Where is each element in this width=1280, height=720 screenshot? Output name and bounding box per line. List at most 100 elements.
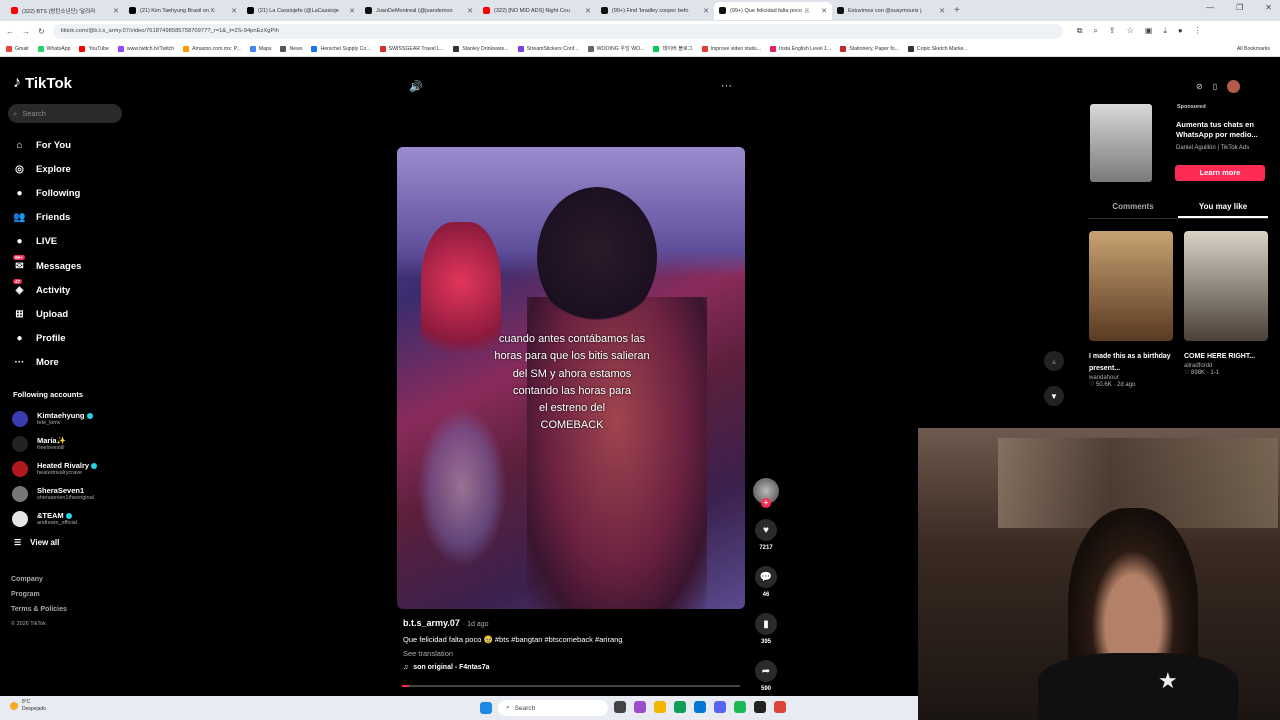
bookmark-item[interactable]: SWISSGEAR Travel L...: [379, 45, 444, 52]
bookmark-item[interactable]: YouTube: [79, 45, 109, 52]
recommended-card[interactable]: COME HERE RIGHT... aliradfordd ♡ 898K · …: [1184, 231, 1268, 376]
following-account[interactable]: María✨ freelovestill: [12, 431, 132, 456]
video-progress-bar[interactable]: [402, 685, 740, 687]
sound-link[interactable]: ♫ son original - F4ntas7a: [403, 664, 743, 671]
browser-tab[interactable]: (322) [NO MID ADS] Night Cou ✕: [478, 2, 596, 20]
browser-tab[interactable]: (322) BTS (방탄소년단) '달려라 ✕: [6, 2, 124, 20]
view-all-button[interactable]: ☰ View all: [14, 538, 59, 547]
all-bookmarks-link[interactable]: All Bookmarks: [1237, 46, 1270, 52]
tab-close-icon[interactable]: ✕: [231, 7, 237, 15]
following-account[interactable]: &TEAM andteam_official: [12, 506, 132, 531]
bookmark-item[interactable]: 데이버 블로그: [653, 45, 693, 52]
browser-tab[interactable]: JuanDeMontreal (@juandemon ✕: [360, 2, 478, 20]
tab-close-icon[interactable]: ✕: [113, 7, 119, 15]
search-input[interactable]: ⌕ Search: [8, 104, 122, 123]
app-icon[interactable]: [754, 701, 766, 713]
tab-close-icon[interactable]: ✕: [349, 7, 355, 15]
nav-item-messages[interactable]: ✉ Messages 99+: [12, 254, 112, 278]
minimize-icon[interactable]: —: [1206, 3, 1214, 12]
follow-plus-icon[interactable]: +: [761, 498, 771, 508]
recommended-card[interactable]: I made this as a birthday present... wan…: [1089, 231, 1173, 388]
browser-tab[interactable]: (99+) Que felicidad falta poco 🐰 ✕: [714, 1, 832, 20]
nav-item-friends[interactable]: 👥 Friends: [12, 206, 112, 230]
tiktok-logo[interactable]: ♪ TikTok: [13, 74, 72, 92]
bookmark-item[interactable]: Gmail: [6, 45, 29, 52]
previous-video-button[interactable]: ▲: [1044, 351, 1064, 371]
like-button[interactable]: ♥: [755, 519, 777, 541]
bookmark-item[interactable]: Stationery, Paper fo...: [840, 45, 899, 52]
nav-item-activity[interactable]: ◈ Activity 47: [12, 278, 112, 302]
tab-comments[interactable]: Comments: [1088, 198, 1178, 218]
tab-close-icon[interactable]: ✕: [467, 7, 473, 15]
comment-button[interactable]: 💬: [755, 566, 777, 588]
browser-tab[interactable]: (21) La Cassiojefe (@LaCassioje ✕: [242, 2, 360, 20]
url-field[interactable]: tiktok.com/@b.t.s_army.07/video/76187498…: [52, 23, 1063, 39]
nav-item-explore[interactable]: ◎ Explore: [12, 157, 112, 181]
downloads-icon[interactable]: ⤓: [1163, 26, 1167, 36]
nav-item-live[interactable]: ● LIVE: [12, 230, 112, 254]
bookmark-star-icon[interactable]: ☆: [1127, 26, 1134, 36]
spotify-icon[interactable]: [734, 701, 746, 713]
nav-item-upload[interactable]: ⊞ Upload: [12, 302, 112, 326]
reload-icon[interactable]: ↻: [38, 27, 45, 36]
zoom-icon[interactable]: ⌕: [1093, 26, 1097, 36]
store-icon[interactable]: [694, 701, 706, 713]
video-player[interactable]: cuando antes contábamos las horas para q…: [397, 147, 745, 609]
bookmark-item[interactable]: StreamStickers Conf...: [517, 45, 579, 52]
tab-close-icon[interactable]: ✕: [821, 7, 827, 15]
bookmark-item[interactable]: WhatsApp: [37, 45, 70, 52]
bookmark-item[interactable]: News: [280, 45, 302, 52]
volume-icon[interactable]: 🔊: [409, 80, 423, 93]
browser-tab[interactable]: (21) Kim Taehyung Brasil on X: ✕: [124, 2, 242, 20]
following-account[interactable]: Heated Rivalry heatedrivalrycrave: [12, 456, 132, 481]
footer-company[interactable]: Company: [11, 573, 67, 588]
ad-thumbnail[interactable]: [1090, 104, 1152, 182]
save-button[interactable]: ▮: [755, 613, 777, 635]
browser-tab[interactable]: Estuvimos con @susymouriz j ✕: [832, 2, 950, 20]
bookmark-item[interactable]: Copic Sketch Marke...: [908, 45, 968, 52]
share-icon[interactable]: ⇪: [1109, 26, 1116, 36]
tab-close-icon[interactable]: ✕: [585, 7, 591, 15]
bookmark-item[interactable]: WOOING 우잉 WO...: [587, 45, 644, 52]
next-video-button[interactable]: ▼: [1044, 386, 1064, 406]
file-explorer-icon[interactable]: [654, 701, 666, 713]
bookmark-item[interactable]: Maps: [249, 45, 271, 52]
bookmark-item[interactable]: Insta English Level 1...: [770, 45, 831, 52]
bookmark-item[interactable]: Stanley Drinkware...: [453, 45, 509, 52]
extension-icon[interactable]: ▣: [1145, 26, 1153, 36]
close-window-icon[interactable]: ✕: [1265, 3, 1272, 12]
tab-close-icon[interactable]: ✕: [703, 7, 709, 15]
bookmark-item[interactable]: Improve video statis...: [701, 45, 761, 52]
user-avatar[interactable]: [1227, 80, 1241, 93]
edge-icon[interactable]: [674, 701, 686, 713]
browser-menu-icon[interactable]: ⋮: [1194, 26, 1202, 36]
author-name[interactable]: b.t.s_army.07: [403, 618, 460, 628]
learn-more-button[interactable]: Learn more: [1175, 165, 1265, 181]
share-button[interactable]: ➦: [755, 660, 777, 682]
tab-close-icon[interactable]: ✕: [939, 7, 945, 15]
task-view-icon[interactable]: [614, 701, 626, 713]
coin-icon[interactable]: ⊘: [1196, 82, 1203, 91]
footer-terms[interactable]: Terms & Policies: [11, 603, 67, 618]
bookmark-item[interactable]: Herschel Supply Co...: [311, 45, 371, 52]
following-account[interactable]: SheraSeven1 sheraseven1theoriginal: [12, 481, 132, 506]
chrome-icon[interactable]: [774, 701, 786, 713]
author-avatar[interactable]: +: [753, 478, 779, 508]
ad-headline[interactable]: Aumenta tus chats en WhatsApp por medio.…: [1176, 120, 1266, 140]
discord-icon[interactable]: [714, 701, 726, 713]
start-icon[interactable]: [480, 702, 492, 714]
see-translation-link[interactable]: See translation: [403, 649, 743, 658]
copilot-icon[interactable]: [634, 701, 646, 713]
device-icon[interactable]: ▯: [1213, 82, 1217, 91]
back-icon[interactable]: ←: [6, 27, 14, 36]
bookmark-item[interactable]: Amazon.com.mx: P...: [183, 45, 241, 52]
nav-item-more[interactable]: ··· More: [12, 351, 112, 375]
footer-program[interactable]: Program: [11, 588, 67, 603]
video-more-icon[interactable]: ···: [721, 80, 732, 92]
nav-item-following[interactable]: ● Following: [12, 181, 112, 205]
nav-item-profile[interactable]: ● Profile: [12, 327, 112, 351]
tab-you-may-like[interactable]: You may like: [1178, 198, 1268, 218]
following-account[interactable]: Kimtaehyung tete_kimv: [12, 406, 132, 431]
forward-icon[interactable]: →: [22, 27, 30, 36]
install-icon[interactable]: ⧉: [1077, 26, 1083, 36]
